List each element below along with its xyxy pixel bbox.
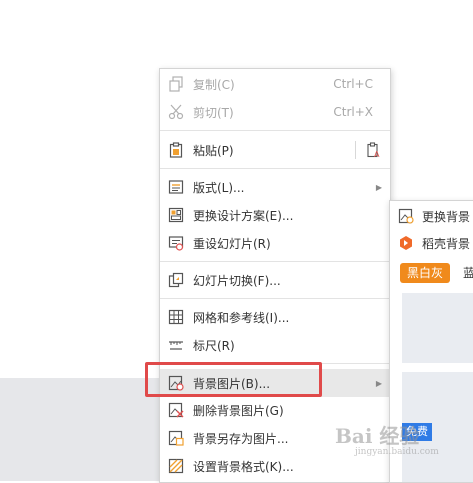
transition-icon (168, 272, 184, 288)
menu-divider (160, 298, 390, 299)
menu-item-label: 剪切(T) (193, 105, 234, 120)
layout-icon (168, 180, 184, 194)
menu-item-label: 标尺(R) (193, 338, 235, 353)
menu-item-change-design[interactable]: 更换设计方案(E)... (160, 202, 390, 228)
watermark-text: Bai 经验 (335, 424, 420, 448)
menu-item-label: 更换设计方案(E)... (193, 208, 294, 223)
background-format-icon (168, 458, 184, 474)
menu-item-layout[interactable]: 版式(L)... ▶ (160, 174, 390, 200)
ruler-icon (169, 341, 183, 350)
menu-item-grid-guides[interactable]: 网格和参考线(I)... (160, 304, 390, 330)
shortcut-label: Ctrl+X (333, 105, 373, 119)
save-background-icon (168, 430, 184, 446)
menu-item-ruler[interactable]: 标尺(R) (160, 332, 390, 358)
watermark-logo: Bai 经验 jingyan.baidu.com (335, 420, 473, 475)
design-icon (168, 207, 184, 223)
paste-icon (169, 142, 183, 158)
shortcut-label: Ctrl+C (333, 77, 373, 91)
svg-text:A: A (374, 150, 380, 158)
paste-text-icon[interactable]: A (366, 142, 382, 158)
menu-item-reset-slide[interactable]: 重设幻灯片(R) (160, 230, 390, 256)
menu-item-copy[interactable]: 复制(C) Ctrl+C (160, 71, 390, 97)
menu-item-label: 重设幻灯片(R) (193, 236, 271, 251)
menu-divider (160, 261, 390, 262)
submenu-item-replace-background[interactable]: 更换背景 (390, 203, 473, 229)
menu-inline-divider (355, 141, 356, 159)
background-thumbnail[interactable] (402, 293, 473, 363)
submenu-item-label: 稻壳背景 (422, 236, 471, 251)
menu-item-label: 网格和参考线(I)... (193, 310, 290, 325)
watermark-url: jingyan.baidu.com (355, 447, 439, 457)
menu-item-transition[interactable]: 幻灯片切换(F)... (160, 267, 390, 293)
menu-item-cut[interactable]: 剪切(T) Ctrl+X (160, 99, 390, 125)
reset-slide-icon (168, 236, 184, 251)
docer-logo-icon (400, 236, 412, 250)
copy-icon (169, 76, 183, 92)
menu-divider (160, 130, 390, 131)
menu-item-label: 粘贴(P) (193, 143, 234, 158)
menu-item-label: 复制(C) (193, 77, 235, 92)
category-chip[interactable]: 蓝 (463, 263, 473, 283)
menu-item-label: 设置背景格式(K)... (193, 459, 294, 474)
menu-item-paste[interactable]: 粘贴(P) A (160, 137, 390, 163)
menu-item-label: 背景另存为图片... (193, 431, 289, 446)
cut-icon (168, 104, 184, 120)
highlight-box (145, 362, 322, 397)
submenu-item-docer-background[interactable]: 稻壳背景 (390, 230, 473, 256)
submenu-item-label: 更换背景 (422, 209, 471, 224)
replace-background-icon (398, 208, 414, 224)
submenu-arrow-icon: ▶ (375, 182, 382, 192)
grid-icon (168, 309, 184, 325)
delete-background-icon (168, 402, 184, 418)
menu-item-label: 版式(L)... (193, 180, 245, 195)
menu-divider (160, 168, 390, 169)
menu-item-label: 幻灯片切换(F)... (193, 273, 281, 288)
submenu-arrow-icon: ▶ (375, 378, 382, 388)
menu-item-label: 删除背景图片(G) (193, 403, 284, 418)
category-chip-active[interactable]: 黑白灰 (400, 263, 451, 283)
